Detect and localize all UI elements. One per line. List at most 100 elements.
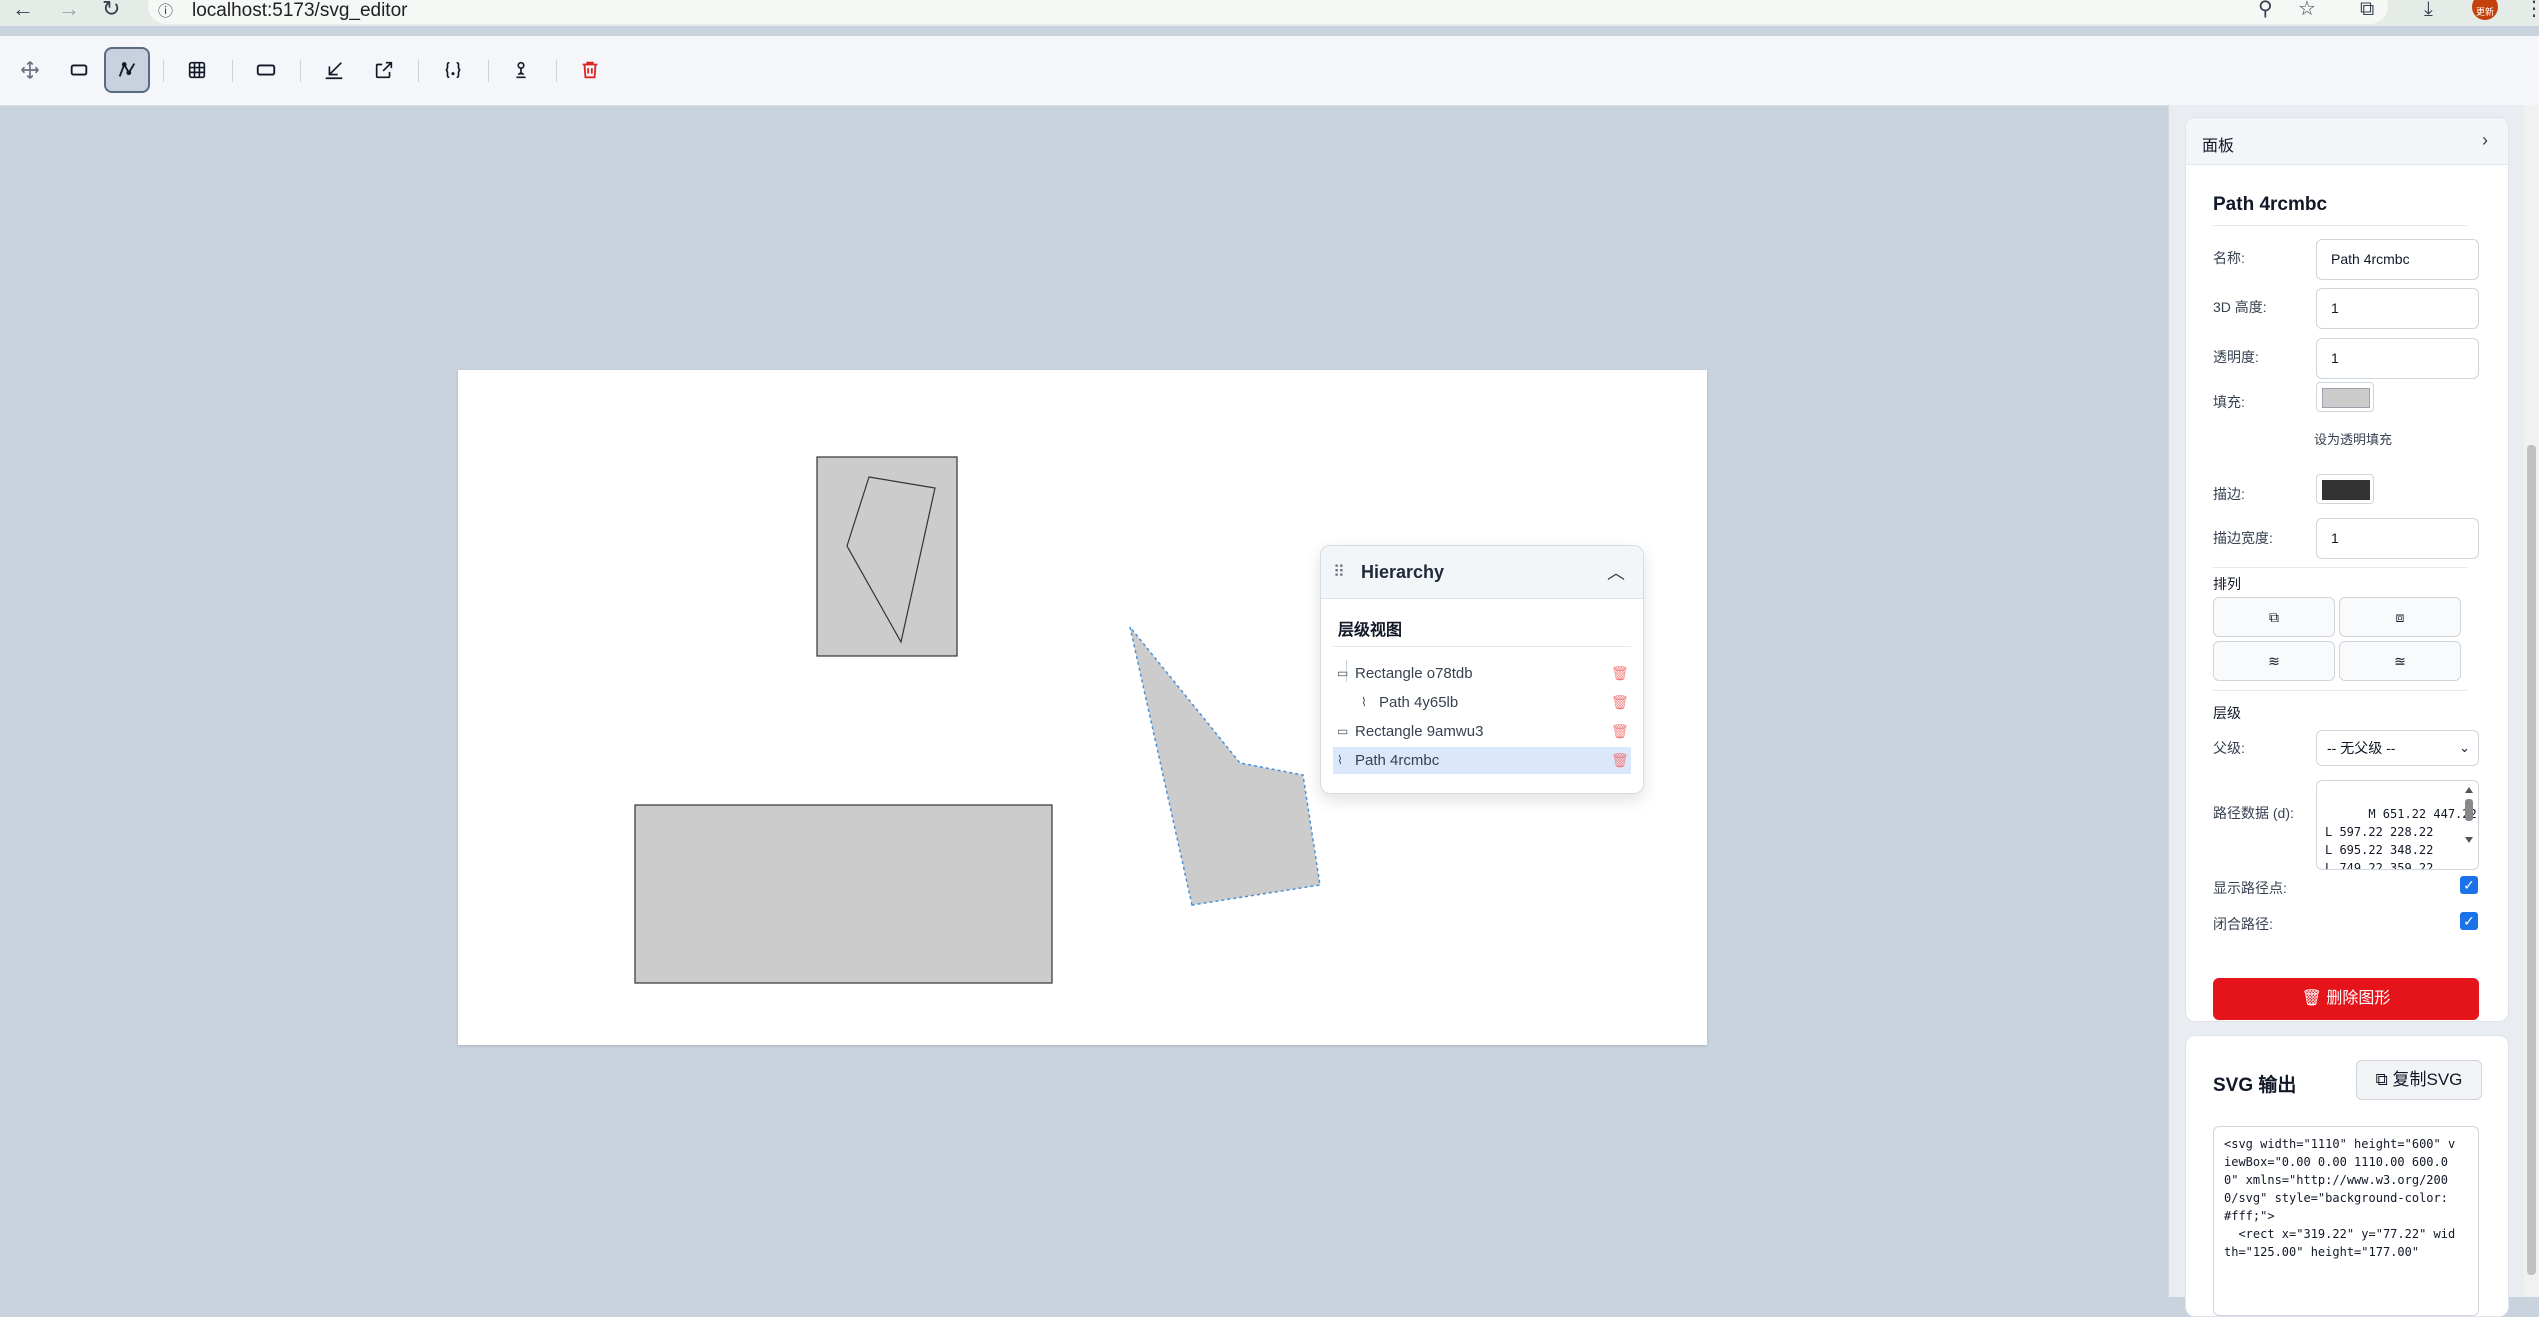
frame-icon	[256, 64, 276, 76]
send-to-back-button[interactable]: ⧈	[2339, 597, 2461, 637]
sidebar-scroll-thumb[interactable]	[2527, 445, 2536, 1275]
export-tool[interactable]	[361, 47, 407, 93]
path-data-text: M 651.22 447.22 L 597.22 228.22 L 695.22…	[2325, 807, 2477, 870]
drag-handle-icon[interactable]: ⠿	[1333, 562, 1345, 582]
properties-panel: 面板 › Path 4rcmbc 名称: Path 4rcmbc 3D 高度: …	[2185, 117, 2509, 1022]
hierarchy-item-label: Rectangle 9amwu3	[1355, 723, 1484, 740]
rectangle-9amwu3[interactable]	[634, 804, 1053, 984]
send-backward-button[interactable]: ≊	[2339, 641, 2461, 681]
trash-icon[interactable]: 🗑	[1611, 660, 1629, 687]
export-icon	[375, 61, 393, 79]
toolbar-separator	[488, 60, 489, 82]
copy-svg-button[interactable]: ⧉ 复制SVG	[2356, 1060, 2482, 1100]
bookmark-star-icon[interactable]: ☆	[2298, 0, 2316, 19]
path-icon: ⌇	[1361, 695, 1367, 709]
hierarchy-item-label: Path 4y65lb	[1379, 694, 1459, 711]
delete-shape-button[interactable]: 🗑 删除图形	[2213, 978, 2479, 1020]
fill-color-swatch	[2322, 388, 2370, 408]
fill-color-picker[interactable]	[2316, 382, 2374, 412]
stroke-color-picker[interactable]	[2316, 474, 2374, 504]
stroke-label: 描边:	[2213, 486, 2245, 502]
address-bar[interactable]: ⓘ localhost:5173/svg_editor	[148, 0, 2388, 24]
name-label: 名称:	[2213, 250, 2245, 266]
hierarchy-item-rectangle-o78tdb[interactable]: ▭ Rectangle o78tdb 🗑	[1333, 660, 1631, 687]
rectangle-tool[interactable]	[56, 47, 102, 93]
import-tool[interactable]	[311, 47, 357, 93]
arrange-heading: 排列	[2213, 576, 2241, 592]
browser-chrome: ← → ↻ ⓘ localhost:5173/svg_editor ⚲ ☆ ⧉ …	[0, 0, 2539, 26]
toolbar-separator	[556, 60, 557, 82]
parent-label: 父级:	[2213, 740, 2245, 756]
properties-sidebar: 面板 › Path 4rcmbc 名称: Path 4rcmbc 3D 高度: …	[2168, 105, 2539, 1317]
trash-icon[interactable]: 🗑	[1611, 689, 1629, 716]
hierarchy-item-path-4y65lb[interactable]: ⌇ Path 4y65lb 🗑	[1333, 689, 1631, 716]
hierarchy-panel: ⠿ Hierarchy ︿ 层级视图 ▭ Rectangle o78tdb 🗑 …	[1320, 545, 1644, 794]
closed-path-checkbox[interactable]: ✓	[2460, 912, 2478, 930]
reload-icon[interactable]: ↻	[102, 0, 120, 20]
hierarchy-header[interactable]: ⠿ Hierarchy ︿	[1321, 546, 1643, 599]
send-to-back-icon: ⧈	[2395, 609, 2405, 625]
hierarchy-item-label: Rectangle o78tdb	[1355, 665, 1473, 682]
panel-title: 面板	[2202, 138, 2235, 155]
hierarchy-item-path-4rcmbc[interactable]: ⌇ Path 4rcmbc 🗑	[1333, 747, 1631, 774]
opacity-label: 透明度:	[2213, 349, 2259, 365]
trash-icon[interactable]: 🗑	[1611, 718, 1629, 745]
forward-icon[interactable]: →	[58, 0, 80, 20]
copy-svg-label: 复制SVG	[2392, 1070, 2463, 1089]
trash-icon	[582, 61, 598, 79]
parent-select[interactable]: -- 无父级 -- ⌄	[2316, 730, 2479, 766]
move-icon	[21, 61, 39, 79]
download-icon[interactable]: ⤓	[2424, 0, 2433, 19]
textarea-scrollbar[interactable]	[2464, 785, 2474, 865]
path-data-textarea[interactable]: M 651.22 447.22 L 597.22 228.22 L 695.22…	[2316, 780, 2479, 870]
svg-output-title: SVG 输出	[2213, 1075, 2297, 1096]
zoom-icon[interactable]: ⚲	[2258, 0, 2273, 19]
person-tool[interactable]	[498, 47, 544, 93]
divider	[1333, 646, 1631, 647]
path-data-label: 路径数据 (d):	[2213, 805, 2294, 821]
toolbar-separator	[163, 60, 164, 82]
divider	[2213, 567, 2467, 568]
grid-tool[interactable]	[174, 47, 220, 93]
height3d-label: 3D 高度:	[2213, 299, 2267, 315]
menu-icon[interactable]: ⋮	[2524, 0, 2539, 19]
parent-select-value: -- 无父级 --	[2327, 740, 2396, 756]
trash-icon[interactable]: 🗑	[1611, 747, 1629, 774]
hierarchy-item-rectangle-9amwu3[interactable]: ▭ Rectangle 9amwu3 🗑	[1333, 718, 1631, 745]
person-icon	[516, 61, 526, 79]
divider	[2213, 690, 2467, 691]
braces-icon	[445, 61, 461, 79]
show-points-checkbox[interactable]: ✓	[2460, 876, 2478, 894]
path-tool[interactable]	[104, 47, 150, 93]
bring-to-front-button[interactable]: ⧉	[2213, 597, 2335, 637]
json-tool[interactable]	[430, 47, 476, 93]
transparent-fill-link[interactable]: 设为透明填充	[2314, 429, 2392, 448]
bring-forward-button[interactable]: ≋	[2213, 641, 2335, 681]
path-4rcmbc[interactable]	[1129, 626, 1321, 906]
stroke-width-field[interactable]: 1	[2316, 518, 2479, 559]
site-info-icon[interactable]: ⓘ	[158, 0, 173, 21]
profile-avatar[interactable]: 更新	[2472, 0, 2498, 20]
rectangle-icon	[70, 64, 88, 76]
frame-tool[interactable]	[243, 47, 289, 93]
url-text[interactable]: localhost:5173/svg_editor	[192, 0, 407, 22]
chevron-down-icon: ⌄	[2459, 740, 2470, 755]
chevron-up-icon[interactable]: ︿	[1607, 559, 1625, 585]
layer-heading: 层级	[2213, 705, 2241, 721]
sidebar-scrollbar[interactable]	[2524, 105, 2539, 1297]
opacity-field[interactable]: 1	[2316, 338, 2479, 379]
extensions-icon[interactable]: ⧉	[2360, 0, 2374, 19]
toolbar-separator	[300, 60, 301, 82]
delete-tool[interactable]	[567, 47, 613, 93]
back-icon[interactable]: ←	[12, 0, 34, 20]
move-tool[interactable]	[7, 47, 53, 93]
name-field[interactable]: Path 4rcmbc	[2316, 239, 2479, 280]
rectangle-o78tdb[interactable]	[816, 456, 958, 657]
height3d-field[interactable]: 1	[2316, 288, 2479, 329]
svg-output-code[interactable]: <svg width="1110" height="600" viewBox="…	[2213, 1126, 2479, 1316]
svg-output-panel: SVG 输出 ⧉ 复制SVG <svg width="1110" height=…	[2185, 1035, 2509, 1317]
stroke-width-label: 描边宽度:	[2213, 530, 2273, 546]
chevron-right-icon[interactable]: ›	[2482, 130, 2488, 151]
delete-shape-label: 删除图形	[2326, 990, 2391, 1007]
fill-label: 填充:	[2213, 394, 2245, 410]
